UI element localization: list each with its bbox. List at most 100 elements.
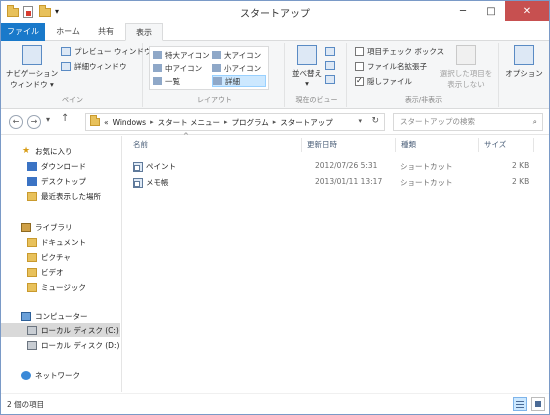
layout-large-icons[interactable]: 大アイコン bbox=[212, 49, 261, 61]
layout-list[interactable]: 一覧 bbox=[153, 75, 180, 87]
layout-medium-icons[interactable]: 中アイコン bbox=[153, 62, 202, 74]
sidebar-item-recent[interactable]: 最近表示した場所 bbox=[27, 189, 101, 203]
column-divider[interactable] bbox=[533, 138, 534, 152]
sidebar-item-documents[interactable]: ドキュメント bbox=[27, 235, 86, 249]
maximize-button[interactable]: □ bbox=[477, 1, 505, 21]
size-columns-button[interactable] bbox=[325, 75, 338, 84]
breadcrumb-overflow[interactable]: « bbox=[104, 118, 109, 127]
sidebar-label: ピクチャ bbox=[41, 252, 71, 262]
options-icon bbox=[514, 45, 534, 65]
layout-label: 特大アイコン bbox=[165, 50, 210, 60]
add-columns-button[interactable] bbox=[325, 61, 338, 70]
file-name: メモ帳 bbox=[146, 178, 169, 187]
breadcrumb-separator-icon[interactable]: ▸ bbox=[224, 118, 228, 126]
back-button[interactable]: ← bbox=[9, 115, 23, 129]
file-extension-checkbox[interactable] bbox=[355, 62, 364, 71]
show-hide-group-label: 表示/非表示 bbox=[404, 96, 443, 104]
drive-icon bbox=[27, 340, 37, 350]
details-pane-button[interactable]: 詳細ウィンドウ bbox=[61, 61, 127, 72]
file-name: ペイント bbox=[146, 162, 176, 171]
download-icon bbox=[27, 161, 37, 171]
sidebar-label: お気に入り bbox=[35, 146, 73, 156]
sidebar-item-drive-d[interactable]: ローカル ディスク (D:) bbox=[27, 338, 119, 352]
file-type: ショートカット bbox=[400, 178, 453, 187]
address-bar[interactable]: « Windows ▸ スタート メニュー ▸ プログラム ▸ スタートアップ … bbox=[85, 113, 385, 131]
forward-button[interactable]: → bbox=[27, 115, 41, 129]
column-header-modified[interactable]: 更新日時 bbox=[307, 139, 337, 150]
sidebar-item-videos[interactable]: ビデオ bbox=[27, 265, 64, 279]
preview-pane-icon bbox=[61, 47, 71, 56]
table-row[interactable]: ペイント 2012/07/26 5:31 ショートカット 2 KB bbox=[123, 160, 549, 174]
column-header-type[interactable]: 種類 bbox=[401, 139, 416, 150]
tab-file[interactable]: ファイル bbox=[1, 23, 45, 41]
minimize-button[interactable]: ─ bbox=[449, 1, 477, 21]
hidden-files-toggle[interactable]: 隠しファイル bbox=[355, 76, 412, 87]
options-button[interactable]: オプション bbox=[503, 45, 545, 79]
details-view-button[interactable] bbox=[513, 397, 527, 411]
breadcrumb-start-menu[interactable]: スタート メニュー bbox=[158, 117, 220, 128]
status-bar: 2 個の項目 bbox=[1, 393, 549, 414]
navigation-pane-label-2: ウィンドウ ▾ bbox=[10, 80, 54, 89]
desktop-icon bbox=[27, 176, 37, 186]
item-checkbox-toggle[interactable]: 項目チェック ボックス bbox=[355, 46, 444, 57]
search-placeholder: スタートアップの検索 bbox=[400, 117, 475, 126]
breadcrumb-programs[interactable]: プログラム bbox=[232, 117, 269, 128]
options-label: オプション bbox=[505, 69, 543, 78]
recent-locations-button[interactable]: ▾ bbox=[46, 115, 50, 124]
extra-large-icons-icon bbox=[153, 51, 162, 59]
file-extension-toggle[interactable]: ファイル名拡張子 bbox=[355, 61, 427, 72]
sort-indicator-icon: ^ bbox=[183, 132, 189, 140]
recent-places-icon bbox=[27, 191, 37, 201]
hide-selected-button[interactable]: 選択した項目を 表示しない bbox=[437, 45, 495, 90]
item-checkbox-checkbox[interactable] bbox=[355, 47, 364, 56]
up-button[interactable]: ↑ bbox=[61, 113, 69, 124]
column-divider[interactable] bbox=[478, 138, 479, 152]
sidebar-item-drive-c[interactable]: ローカル ディスク (C:) bbox=[1, 323, 120, 337]
large-icons-view-button[interactable] bbox=[531, 397, 545, 411]
medium-icons-icon bbox=[153, 64, 162, 72]
sidebar-item-libraries[interactable]: ライブラリ bbox=[21, 220, 73, 234]
layout-details[interactable]: 詳細 bbox=[212, 75, 266, 87]
tab-view[interactable]: 表示 bbox=[125, 23, 163, 41]
column-divider[interactable] bbox=[395, 138, 396, 152]
sort-by-button[interactable]: 並べ替え ▾ bbox=[292, 45, 322, 88]
sidebar-item-favorites[interactable]: ★ お気に入り bbox=[21, 144, 73, 158]
search-input[interactable]: スタートアップの検索 ⌕ bbox=[393, 113, 543, 131]
breadcrumb-startup[interactable]: スタートアップ bbox=[280, 117, 333, 128]
tab-share[interactable]: 共有 bbox=[89, 23, 123, 41]
column-header-size[interactable]: サイズ bbox=[484, 139, 506, 150]
sidebar-item-computer[interactable]: コンピューター bbox=[21, 309, 88, 323]
breadcrumb-separator-icon[interactable]: ▸ bbox=[273, 118, 277, 126]
tab-home[interactable]: ホーム bbox=[49, 23, 87, 41]
layout-extra-large-icons[interactable]: 特大アイコン bbox=[153, 49, 210, 61]
address-dropdown-icon[interactable]: ▾ bbox=[358, 117, 362, 125]
layout-small-icons[interactable]: 小アイコン bbox=[212, 62, 261, 74]
preview-pane-button[interactable]: プレビュー ウィンドウ bbox=[61, 46, 151, 57]
search-icon[interactable]: ⌕ bbox=[533, 114, 537, 130]
breadcrumb-separator-icon[interactable]: ▸ bbox=[150, 118, 154, 126]
sidebar-item-music[interactable]: ミュージック bbox=[27, 280, 86, 294]
sidebar-label: ローカル ディスク (C:) bbox=[41, 325, 119, 335]
layout-label: 一覧 bbox=[165, 76, 180, 86]
layout-group: 特大アイコン 大アイコン 中アイコン 小アイコン 一覧 詳細 レイアウト bbox=[145, 43, 285, 107]
sidebar-item-network[interactable]: ネットワーク bbox=[21, 368, 80, 382]
table-row[interactable]: メモ帳 2013/01/11 13:17 ショートカット 2 KB bbox=[123, 176, 549, 190]
sidebar-item-desktop[interactable]: デスクトップ bbox=[27, 174, 86, 188]
videos-icon bbox=[27, 267, 37, 277]
file-modified: 2012/07/26 5:31 bbox=[315, 161, 378, 170]
hidden-files-checkbox[interactable] bbox=[355, 77, 364, 86]
sidebar-item-pictures[interactable]: ピクチャ bbox=[27, 250, 71, 264]
group-by-button[interactable] bbox=[325, 47, 338, 56]
pane-group-label: ペイン bbox=[62, 96, 83, 104]
breadcrumb-windows[interactable]: Windows bbox=[113, 118, 146, 127]
column-header-name[interactable]: 名前 bbox=[133, 139, 148, 150]
sidebar-item-downloads[interactable]: ダウンロード bbox=[27, 159, 86, 173]
column-divider[interactable] bbox=[301, 138, 302, 152]
refresh-icon[interactable]: ↻ bbox=[371, 116, 379, 126]
layout-label: 中アイコン bbox=[165, 63, 203, 73]
sidebar-label: ローカル ディスク (D:) bbox=[41, 340, 120, 350]
close-button[interactable]: ✕ bbox=[505, 1, 549, 21]
hide-selected-label: 選択した項目を bbox=[439, 69, 493, 78]
navigation-pane-button[interactable]: ナビゲーション ウィンドウ ▾ bbox=[6, 45, 58, 90]
sidebar-label: ミュージック bbox=[41, 282, 86, 292]
